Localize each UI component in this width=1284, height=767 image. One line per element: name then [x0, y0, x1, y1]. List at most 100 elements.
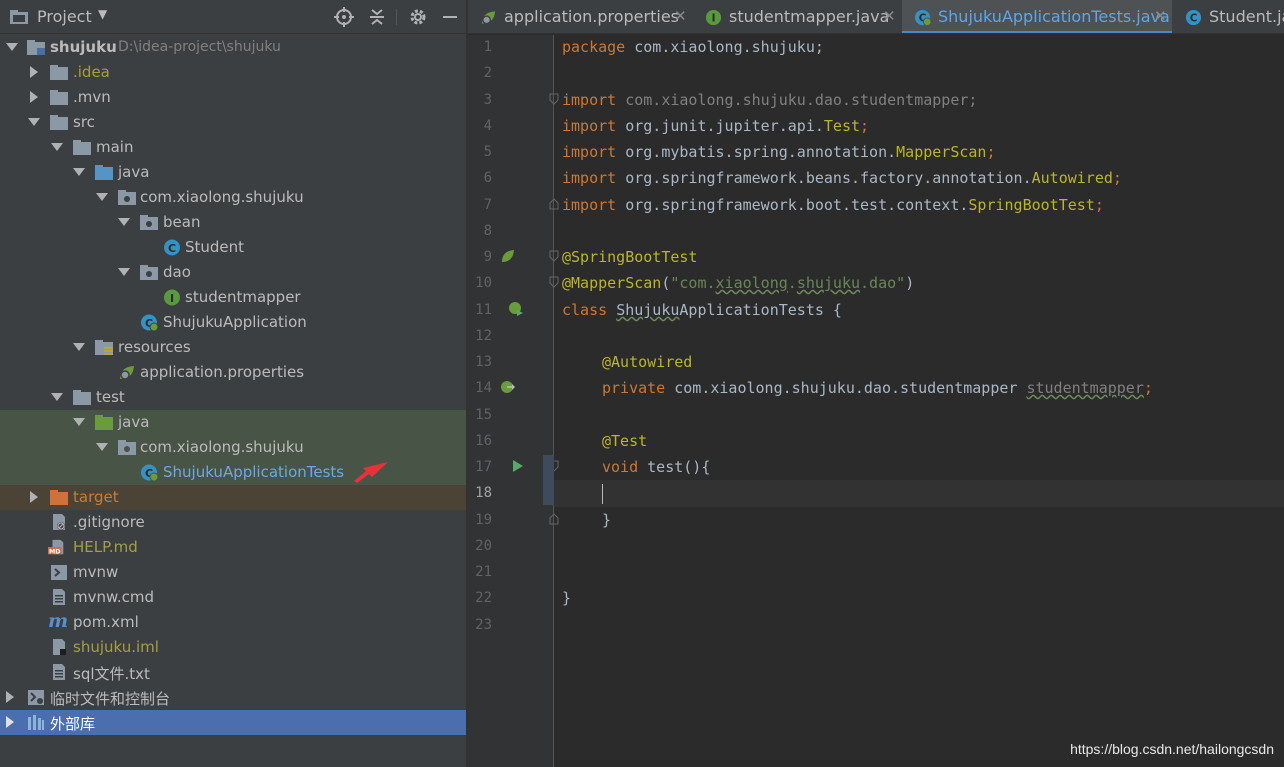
line-number: 15: [475, 407, 492, 423]
expand-arrow-icon[interactable]: [118, 215, 130, 229]
line-number: 14: [475, 380, 492, 396]
expand-arrow-icon[interactable]: [73, 165, 85, 179]
svg-text:C: C: [1190, 13, 1198, 25]
iml-file-icon: [53, 639, 66, 655]
excluded-folder-icon: [50, 490, 68, 505]
tab-student[interactable]: C Student.ja: [1173, 0, 1284, 33]
tree-item-student[interactable]: C Student: [0, 235, 466, 260]
tree-item-shujuku-application-tests[interactable]: C ShujukuApplicationTests: [0, 460, 466, 485]
tab-studentmapper[interactable]: I studentmapper.java ✕: [693, 0, 901, 33]
line-number: 12: [475, 328, 492, 344]
collapsed-arrow-icon[interactable]: [28, 490, 40, 504]
tree-item-help-md[interactable]: MD HELP.md: [0, 535, 466, 560]
tab-label: Student.ja: [1209, 7, 1284, 26]
tree-item-mvnw[interactable]: mvnw: [0, 560, 466, 585]
collapsed-arrow-icon[interactable]: [4, 690, 16, 704]
class-icon: C: [164, 239, 180, 256]
expand-arrow-icon[interactable]: [51, 140, 63, 154]
collapsed-arrow-icon[interactable]: [4, 715, 16, 729]
tree-item-idea[interactable]: .idea: [0, 60, 466, 85]
tree-item-bean[interactable]: bean: [0, 210, 466, 235]
tree-item-mvn[interactable]: .mvn: [0, 85, 466, 110]
collapsed-arrow-icon[interactable]: [28, 65, 40, 79]
tree-item-shujuku[interactable]: shujuku D:\idea-project\shujuku: [0, 35, 466, 60]
spring-properties-icon: [120, 366, 134, 380]
tree-item-test-java[interactable]: java: [0, 410, 466, 435]
fold-marker-icon[interactable]: [549, 93, 559, 105]
tree-item-application-properties[interactable]: application.properties: [0, 360, 466, 385]
view-dropdown-icon[interactable]: ▼: [98, 7, 107, 21]
spring-boot-class-icon: C: [914, 9, 931, 26]
collapsed-arrow-icon[interactable]: [28, 90, 40, 104]
code-line-9: @SpringBootTest: [562, 248, 698, 266]
spring-bean-icon[interactable]: [500, 248, 516, 264]
project-panel-title[interactable]: Project: [37, 7, 92, 26]
tree-item-package[interactable]: com.xiaolong.shujuku: [0, 185, 466, 210]
tree-item-resources[interactable]: resources: [0, 335, 466, 360]
tree-item-main-java[interactable]: java: [0, 160, 466, 185]
close-tab-icon[interactable]: ✕: [1154, 7, 1167, 25]
tree-item-src[interactable]: src: [0, 110, 466, 135]
hide-panel-icon[interactable]: [440, 7, 460, 27]
scratches-icon: [28, 690, 44, 705]
tree-item-dao[interactable]: dao: [0, 260, 466, 285]
tree-item-studentmapper[interactable]: I studentmapper: [0, 285, 466, 310]
fold-marker-icon[interactable]: [549, 198, 559, 210]
tree-item-label: mvnw: [73, 563, 119, 581]
spring-properties-icon: [481, 11, 496, 25]
editor-gutter[interactable]: 1 2 3 4 5 6 7 8 9 10 11 12 13 14 15 16 1…: [468, 35, 559, 767]
tab-application-properties[interactable]: application.properties ✕: [468, 0, 692, 33]
line-number: 11: [475, 302, 492, 318]
tree-item-mvnw-cmd[interactable]: mvnw.cmd: [0, 585, 466, 610]
tree-item-pom-xml[interactable]: m pom.xml: [0, 610, 466, 635]
tree-item-shujuku-application[interactable]: C ShujukuApplication: [0, 310, 466, 335]
change-marker: [543, 455, 554, 505]
locate-file-icon[interactable]: [334, 7, 354, 27]
expand-arrow-icon[interactable]: [28, 115, 40, 129]
gear-icon[interactable]: [408, 7, 428, 27]
tree-item-sql-txt[interactable]: sql文件.txt: [0, 660, 466, 685]
package-icon: [140, 265, 158, 280]
shell-script-icon: [51, 565, 67, 580]
tree-item-target[interactable]: target: [0, 485, 466, 510]
tree-item-label: pom.xml: [73, 613, 139, 631]
expand-arrow-icon[interactable]: [96, 190, 108, 204]
fold-marker-icon[interactable]: [549, 513, 559, 525]
code-line-1: package com.xiaolong.shujuku;: [562, 38, 824, 56]
autowired-navigation-icon[interactable]: [500, 379, 516, 395]
tree-item-label: com.xiaolong.shujuku: [140, 188, 304, 206]
tree-item-test[interactable]: test: [0, 385, 466, 410]
editor-tab-bar: application.properties ✕ I studentmapper…: [468, 0, 1284, 34]
expand-arrow-icon[interactable]: [73, 415, 85, 429]
expand-arrow-icon[interactable]: [96, 440, 108, 454]
tree-item-gitignore[interactable]: .gitignore: [0, 510, 466, 535]
code-editor[interactable]: 1 2 3 4 5 6 7 8 9 10 11 12 13 14 15 16 1…: [468, 35, 1284, 767]
expand-arrow-icon[interactable]: [51, 390, 63, 404]
expand-arrow-icon[interactable]: [118, 265, 130, 279]
fold-marker-icon[interactable]: [549, 276, 559, 288]
tree-item-shujuku-iml[interactable]: shujuku.iml: [0, 635, 466, 660]
close-tab-icon[interactable]: ✕: [674, 7, 687, 25]
tree-item-external-libraries[interactable]: 外部库: [0, 710, 466, 735]
spring-run-icon[interactable]: [508, 301, 524, 317]
collapse-all-icon[interactable]: [367, 7, 387, 27]
line-number: 20: [475, 538, 492, 554]
tree-item-test-package[interactable]: com.xiaolong.shujuku: [0, 435, 466, 460]
tree-item-label: shujuku.iml: [73, 638, 159, 656]
close-tab-icon[interactable]: ✕: [883, 7, 896, 25]
maven-icon: m: [48, 610, 69, 632]
fold-marker-icon[interactable]: [549, 250, 559, 262]
tree-item-label: studentmapper: [185, 288, 301, 306]
svg-text:I: I: [170, 292, 174, 305]
run-test-icon[interactable]: [512, 459, 524, 473]
expand-arrow-icon[interactable]: [73, 340, 85, 354]
line-number: 22: [475, 590, 492, 606]
tab-shujuku-application-tests[interactable]: C ShujukuApplicationTests.java ✕: [902, 0, 1172, 33]
tree-item-scratches[interactable]: 临时文件和控制台: [0, 685, 466, 710]
tree-item-label: Student: [185, 238, 245, 256]
tree-item-main[interactable]: main: [0, 135, 466, 160]
tree-item-label: .idea: [73, 63, 110, 81]
expand-arrow-icon[interactable]: [6, 40, 18, 54]
test-folder-icon: [95, 415, 113, 430]
svg-text:I: I: [712, 13, 716, 25]
